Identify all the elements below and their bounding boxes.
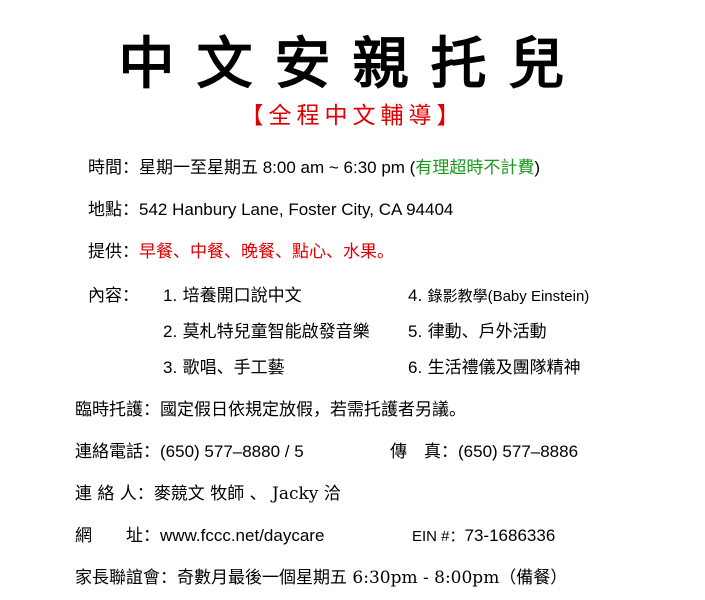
page-title: 中文安親托兒 xyxy=(118,31,587,97)
hours-note: 有理超時不計費 xyxy=(415,158,535,178)
parents-meeting-row: 家長聯誼會：奇數月最後一個星期五 6:30pm - 8:00pm（備餐） xyxy=(75,566,567,590)
list-item-number: 4. xyxy=(408,286,423,305)
list-item-number: 3. xyxy=(163,358,178,377)
list-item-text: 錄影教學(Baby Einstein) xyxy=(427,288,590,305)
website-row: 網 址：www.fccc.net/daycare xyxy=(75,524,324,548)
temp-care-row: 臨時托護：國定假日依規定放假，若需托護者另議。 xyxy=(75,398,466,422)
temp-care-value: 國定假日依規定放假，若需托護者另議。 xyxy=(160,400,466,420)
parents-meeting-value: 奇數月最後一個星期五 6:30pm - 8:00pm（備餐） xyxy=(177,568,568,588)
list-item-text: 歌唱、手工藝 xyxy=(182,358,285,378)
ein-label: EIN #： xyxy=(412,528,465,545)
list-item-number: 2. xyxy=(163,322,178,341)
temp-care-label: 臨時托護： xyxy=(75,400,160,420)
website-link[interactable]: www.fccc.net/daycare xyxy=(160,526,324,545)
list-item-text: 律動、戶外活動 xyxy=(427,322,547,342)
hours-close: ) xyxy=(534,158,541,177)
list-item-text: 莫札特兒童智能啟發音樂 xyxy=(182,322,370,342)
fax-value: (650) 577–8886 xyxy=(458,442,579,461)
list-item-number: 5. xyxy=(408,322,423,341)
fax-row: 傳 真：(650) 577–8886 xyxy=(390,440,578,464)
list-item: 3. 歌唱、手工藝 xyxy=(163,356,285,380)
list-item-text: 培養開口說中文 xyxy=(182,286,302,306)
address-row: 地點：542 Hanbury Lane, Foster City, CA 944… xyxy=(88,198,453,222)
address-label: 地點： xyxy=(88,200,139,220)
provided-label: 提供： xyxy=(88,242,139,262)
list-item: 4. 錄影教學(Baby Einstein) xyxy=(408,284,589,309)
hours-row: 時間：星期一至星期五 8:00 am ~ 6:30 pm (有理超時不計費) xyxy=(88,156,540,180)
list-item: 5. 律動、戶外活動 xyxy=(408,320,547,344)
phone-value: (650) 577–8880 / 5 xyxy=(160,442,304,461)
page-subtitle: 【全程中文輔導】 xyxy=(240,103,465,129)
list-item-number: 6. xyxy=(408,358,423,377)
phone-row: 連絡電話：(650) 577–8880 / 5 xyxy=(75,440,304,464)
fax-label: 傳 真： xyxy=(390,442,458,462)
list-item-number: 1. xyxy=(163,286,178,305)
ein-value: 73-1686336 xyxy=(464,526,556,545)
contact-value: 麥競文 牧師 、 Jacky 洽 xyxy=(153,484,341,504)
list-item: 1. 培養開口說中文 xyxy=(163,284,302,308)
phone-label: 連絡電話： xyxy=(75,442,160,462)
hours-label: 時間： xyxy=(88,158,139,178)
ein-row: EIN #：73-1686336 xyxy=(412,524,555,549)
list-item-text: 生活禮儀及團隊精神 xyxy=(427,358,581,378)
hours-value: 星期一至星期五 8:00 am ~ 6:30 pm ( xyxy=(139,158,416,177)
parents-meeting-label: 家長聯誼會： xyxy=(75,568,177,588)
provided-row: 提供：早餐、中餐、晚餐、點心、水果。 xyxy=(88,240,394,264)
contact-row: 連 絡 人：麥競文 牧師 、 Jacky 洽 xyxy=(75,482,341,506)
list-item: 6. 生活禮儀及團隊精神 xyxy=(408,356,581,380)
website-label: 網 址： xyxy=(75,526,160,546)
provided-value: 早餐、中餐、晚餐、點心、水果。 xyxy=(139,242,394,262)
list-item: 2. 莫札特兒童智能啟發音樂 xyxy=(163,320,370,344)
address-value: 542 Hanbury Lane, Foster City, CA 94404 xyxy=(139,200,454,219)
contact-label: 連 絡 人： xyxy=(75,484,154,504)
content-label: 內容： xyxy=(88,286,139,306)
